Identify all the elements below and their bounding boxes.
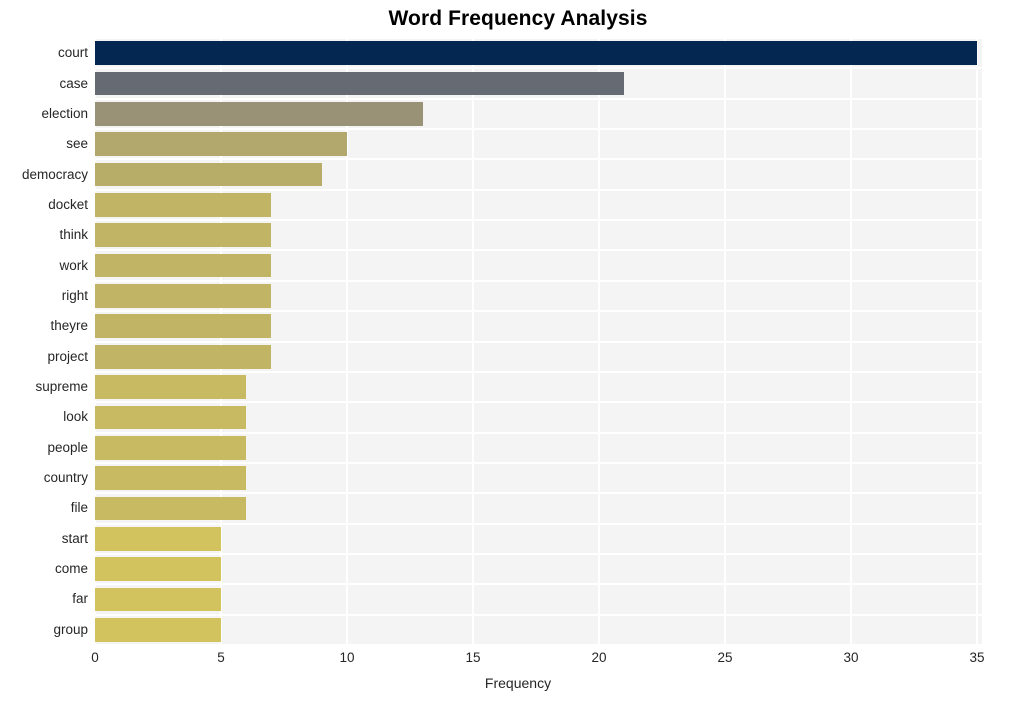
- bar[interactable]: [95, 557, 221, 581]
- bar-row[interactable]: [95, 344, 982, 369]
- y-axis-category-label: right: [61, 287, 88, 303]
- y-axis-category-label: docket: [48, 196, 88, 212]
- bar[interactable]: [95, 405, 247, 430]
- word-frequency-chart: Word Frequency Analysis court case electio…: [0, 0, 1036, 701]
- chart-title: Word Frequency Analysis: [388, 7, 648, 30]
- bar-row[interactable]: [95, 466, 982, 490]
- bar-row[interactable]: [95, 587, 982, 612]
- bars-layer: [95, 38, 982, 645]
- x-axis-tick-label: 35: [969, 650, 985, 665]
- bar-row[interactable]: [95, 435, 982, 460]
- y-axis-category-label: democracy: [21, 166, 88, 182]
- bar[interactable]: [95, 344, 272, 369]
- bar[interactable]: [95, 41, 977, 65]
- bar-row[interactable]: [95, 102, 982, 126]
- bar[interactable]: [95, 102, 423, 126]
- y-axis-category-labels: court case election see democracy docket think…: [0, 38, 88, 645]
- y-axis-category-label: work: [59, 257, 88, 273]
- bar-row[interactable]: [95, 193, 982, 217]
- x-axis-tick-label: 30: [843, 650, 859, 665]
- y-axis-category-label: case: [59, 75, 88, 91]
- bar[interactable]: [95, 617, 221, 642]
- bar-row[interactable]: [95, 314, 982, 339]
- bar[interactable]: [95, 526, 221, 551]
- y-axis-category-label: file: [70, 500, 88, 516]
- y-axis-category-label: court: [57, 45, 88, 61]
- bar-row[interactable]: [95, 617, 982, 642]
- y-axis-category-label: look: [63, 409, 88, 425]
- bar[interactable]: [95, 496, 247, 521]
- bar[interactable]: [95, 253, 272, 278]
- bar[interactable]: [95, 71, 625, 96]
- y-axis-category-label: people: [47, 439, 88, 455]
- bar-row[interactable]: [95, 496, 982, 521]
- y-axis-category-label: supreme: [35, 379, 88, 395]
- x-axis-tick-label: 5: [217, 650, 225, 665]
- plot-area: [94, 37, 982, 646]
- bar-row[interactable]: [95, 41, 982, 65]
- bar[interactable]: [95, 193, 272, 217]
- bar-row[interactable]: [95, 132, 982, 157]
- bar-row[interactable]: [95, 405, 982, 430]
- y-axis-category-label: election: [41, 105, 88, 121]
- y-axis-category-label: come: [54, 561, 88, 577]
- bar-row[interactable]: [95, 253, 982, 278]
- y-axis-category-label: see: [66, 136, 88, 152]
- bar[interactable]: [95, 466, 247, 490]
- y-axis-category-label: far: [72, 591, 88, 607]
- x-axis-tick-label: 20: [591, 650, 607, 665]
- bar[interactable]: [95, 132, 347, 157]
- bar[interactable]: [95, 314, 272, 339]
- x-axis-title: Frequency: [484, 675, 552, 691]
- y-axis-category-label: think: [59, 227, 88, 243]
- bar[interactable]: [95, 587, 221, 612]
- bar-row[interactable]: [95, 223, 982, 248]
- y-axis-category-label: country: [43, 470, 88, 486]
- bar[interactable]: [95, 284, 272, 308]
- x-axis-tick-label: 10: [339, 650, 355, 665]
- y-axis-category-label: theyre: [50, 318, 88, 334]
- bar-row[interactable]: [95, 557, 982, 581]
- y-axis-category-label: start: [61, 530, 88, 546]
- x-axis-tick-label: 25: [717, 650, 733, 665]
- bar[interactable]: [95, 223, 272, 248]
- bar-row[interactable]: [95, 284, 982, 308]
- bar-row[interactable]: [95, 375, 982, 399]
- bar-row[interactable]: [95, 526, 982, 551]
- x-axis-tick-label: 15: [465, 650, 481, 665]
- bar[interactable]: [95, 435, 247, 460]
- y-axis-category-label: group: [53, 621, 88, 637]
- bar-row[interactable]: [95, 162, 982, 187]
- bar[interactable]: [95, 162, 322, 187]
- bar[interactable]: [95, 375, 247, 399]
- x-axis-tick-label: 0: [91, 650, 99, 665]
- x-axis-tick-labels: 0 5 10 15 20 25 30 35: [0, 650, 1036, 672]
- bar-row[interactable]: [95, 71, 982, 96]
- y-axis-category-label: project: [47, 348, 88, 364]
